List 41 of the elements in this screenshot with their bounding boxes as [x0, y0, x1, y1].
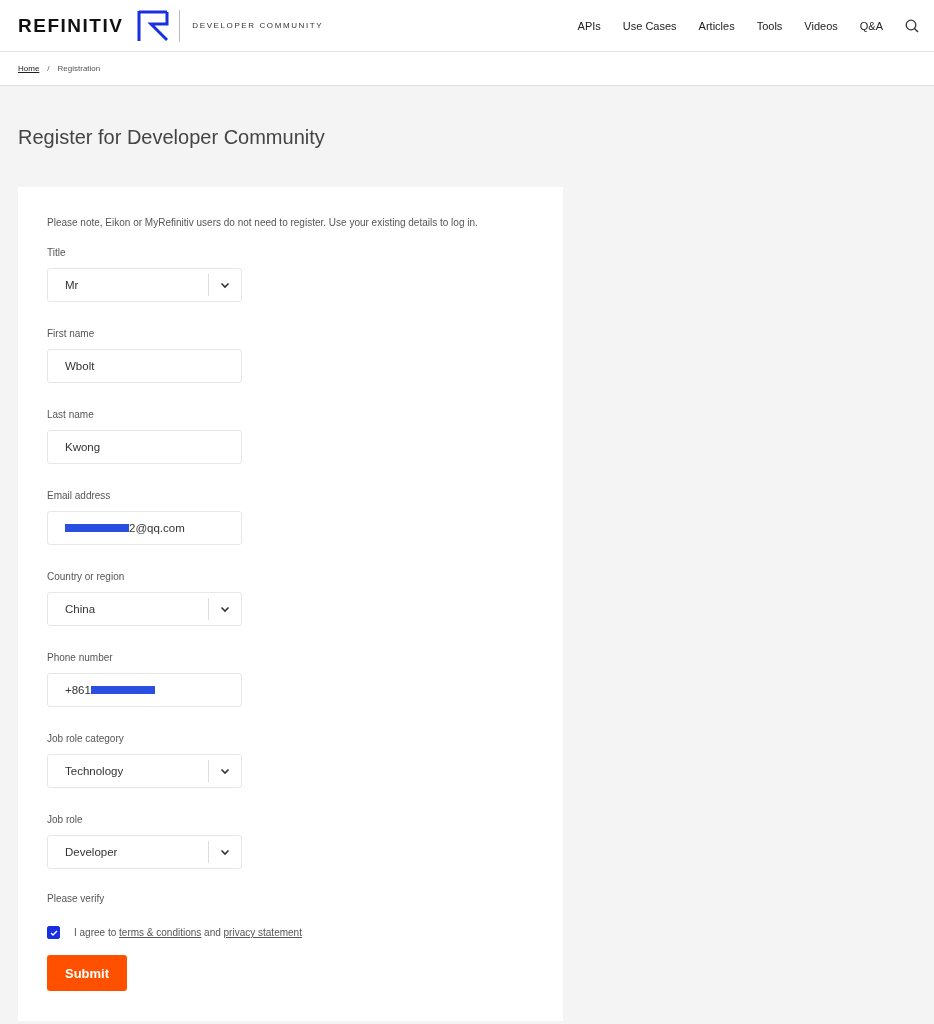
- agreement-link[interactable]: privacy statement: [223, 927, 302, 938]
- agreement-text: I agree to terms & conditions and privacy statement: [74, 927, 302, 938]
- select-field[interactable]: Developer: [47, 835, 242, 869]
- chevron-down-icon: [220, 848, 230, 856]
- chevron-down-icon: [220, 767, 230, 775]
- info-note: Please note, Eikon or MyRefinitiv users do not need to register. Use your existing details to log in.: [47, 217, 479, 228]
- input-field[interactable]: Wbolt: [47, 349, 242, 383]
- search-icon[interactable]: [905, 18, 919, 33]
- chevron-down-icon: [220, 605, 230, 613]
- breadcrumb-current: Registration: [57, 64, 101, 73]
- field-label: Email address: [47, 490, 112, 501]
- field-label: Job role: [47, 814, 84, 825]
- logo-icon[interactable]: [137, 9, 170, 42]
- field-label: Job role category: [47, 733, 125, 744]
- breadcrumb-link[interactable]: Home: [18, 64, 40, 73]
- nav-link[interactable]: Articles: [698, 19, 735, 32]
- select-field[interactable]: Mr: [47, 268, 242, 302]
- input-field[interactable]: 2@qq.com: [47, 511, 242, 545]
- nav-link[interactable]: Use Cases: [622, 19, 677, 32]
- nav-link[interactable]: Tools: [756, 19, 783, 32]
- community-label: DEVELOPER COMMUNITY: [192, 21, 324, 30]
- agreement-link[interactable]: terms & conditions: [119, 927, 202, 938]
- nav-link[interactable]: Videos: [804, 19, 838, 32]
- field-label: Phone number: [47, 652, 114, 663]
- brand-logo-text[interactable]: REFINITIV: [18, 14, 124, 37]
- input-field[interactable]: +861: [47, 673, 242, 707]
- field-label: Country or region: [47, 571, 126, 582]
- breadcrumb-separator: /: [47, 64, 50, 73]
- verify-label: Please verify: [47, 893, 106, 904]
- nav-link[interactable]: APIs: [577, 19, 601, 32]
- select-field[interactable]: Technology: [47, 754, 242, 788]
- field-label: Last name: [47, 409, 95, 420]
- check-icon: [49, 929, 58, 936]
- page-title: Register for Developer Community: [18, 126, 326, 149]
- nav-link[interactable]: Q&A: [859, 19, 883, 32]
- input-field[interactable]: Kwong: [47, 430, 242, 464]
- agree-checkbox[interactable]: [47, 926, 60, 939]
- field-label: Title: [47, 247, 67, 258]
- field-label: First name: [47, 328, 96, 339]
- chevron-down-icon: [220, 281, 230, 289]
- select-field[interactable]: China: [47, 592, 242, 626]
